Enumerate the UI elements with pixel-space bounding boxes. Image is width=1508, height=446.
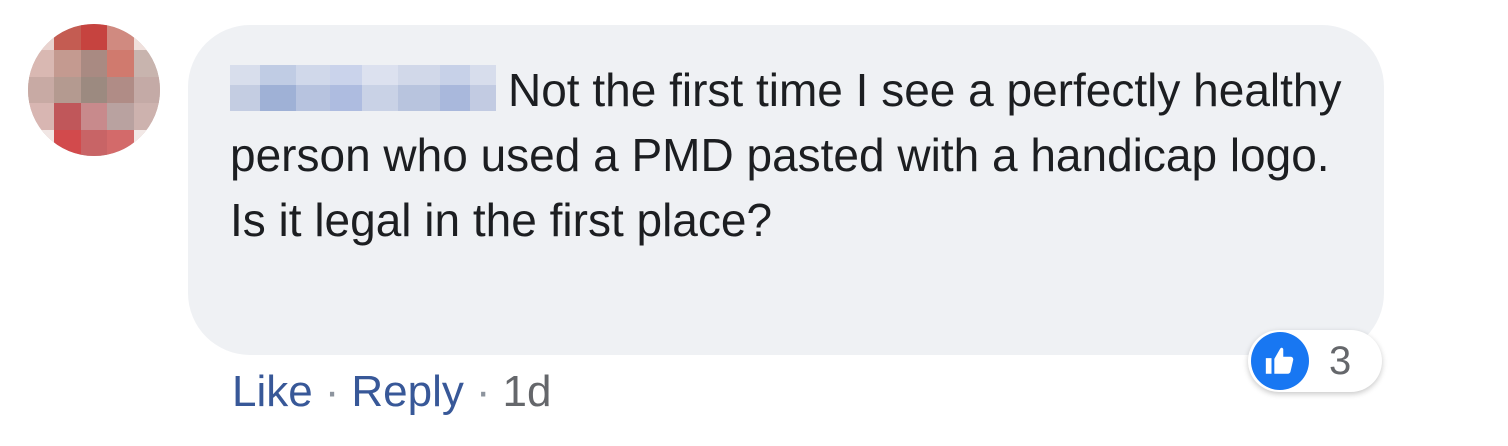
- comment-body: Not the first time I see a perfectly hea…: [230, 58, 1350, 253]
- separator-dot: ·: [324, 367, 340, 416]
- reaction-count: 3: [1329, 338, 1352, 383]
- comment-actions: Like · Reply · 1d: [232, 364, 551, 420]
- avatar[interactable]: [28, 24, 160, 156]
- comment-container: Not the first time I see a perfectly hea…: [0, 0, 1508, 446]
- author-name-redacted[interactable]: [230, 64, 496, 111]
- thumbs-up-icon: [1251, 332, 1309, 390]
- reaction-summary[interactable]: 3: [1248, 330, 1382, 392]
- like-link[interactable]: Like: [232, 367, 313, 416]
- reply-link[interactable]: Reply: [351, 367, 464, 416]
- timestamp[interactable]: 1d: [503, 367, 552, 416]
- separator-dot: ·: [475, 367, 491, 416]
- avatar-pixelated-image: [28, 24, 160, 156]
